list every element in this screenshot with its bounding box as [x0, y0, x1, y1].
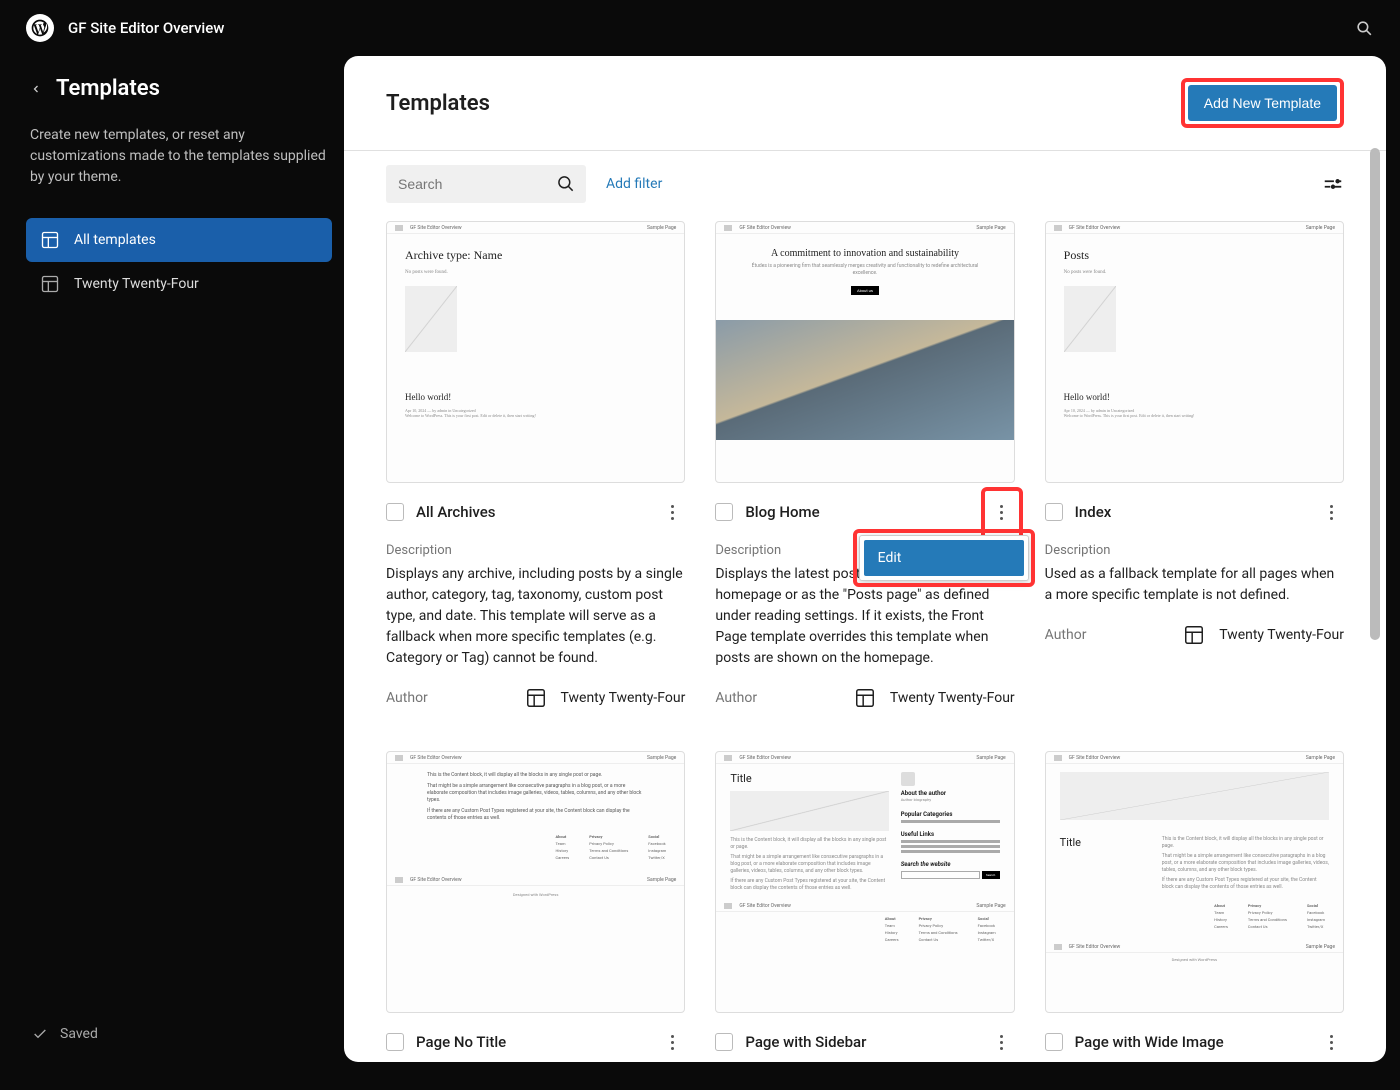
- command-palette-icon[interactable]: [1355, 19, 1374, 38]
- site-title: GF Site Editor Overview: [68, 19, 1355, 37]
- sidebar-title: Templates: [56, 76, 160, 101]
- select-checkbox[interactable]: [715, 503, 733, 521]
- layout-icon: [525, 687, 547, 709]
- back-chevron-icon[interactable]: [30, 83, 42, 95]
- template-thumbnail[interactable]: GF Site Editor OverviewSample PageTitleT…: [715, 751, 1014, 1013]
- annotation-highlight: Add New Template: [1181, 78, 1344, 128]
- select-checkbox[interactable]: [715, 1033, 733, 1051]
- sidebar-item-theme[interactable]: Twenty Twenty-Four: [26, 262, 332, 306]
- template-name: Page No Title: [416, 1033, 647, 1051]
- main-panel: Templates Add New Template Add filter: [344, 56, 1386, 1062]
- template-thumbnail[interactable]: GF Site Editor OverviewSample PageArchiv…: [386, 221, 685, 483]
- layout-icon: [1183, 624, 1205, 646]
- select-checkbox[interactable]: [386, 503, 404, 521]
- scrollbar-thumb[interactable]: [1370, 148, 1380, 640]
- select-checkbox[interactable]: [1045, 1033, 1063, 1051]
- template-thumbnail[interactable]: GF Site Editor OverviewSample PageA comm…: [715, 221, 1014, 483]
- template-thumbnail[interactable]: GF Site Editor OverviewSample PageThis i…: [386, 751, 685, 1013]
- check-icon: [32, 1026, 48, 1042]
- page-title: Templates: [386, 91, 490, 116]
- sidebar-item-label: Twenty Twenty-Four: [74, 276, 199, 292]
- sidebar: Templates Create new templates, or reset…: [14, 56, 344, 1062]
- template-author: Twenty Twenty-Four: [890, 690, 1015, 706]
- author-label: Author: [386, 690, 511, 706]
- search-input-wrapper: [386, 165, 586, 203]
- layout-icon: [854, 687, 876, 709]
- top-bar: GF Site Editor Overview: [14, 0, 1386, 56]
- layout-icon: [40, 230, 60, 250]
- template-author: Twenty Twenty-Four: [1219, 627, 1344, 643]
- more-actions-button[interactable]: [659, 1029, 685, 1055]
- template-card: GF Site Editor OverviewSample PagePostsN…: [1045, 221, 1344, 709]
- template-card: GF Site Editor OverviewSample PageThis i…: [386, 751, 685, 1062]
- search-icon: [556, 174, 576, 194]
- description-label: Description: [1045, 543, 1344, 558]
- template-name: Index: [1075, 503, 1306, 521]
- description-label: Description: [386, 543, 685, 558]
- sidebar-footer-status: Saved: [26, 1006, 332, 1062]
- template-thumbnail[interactable]: GF Site Editor OverviewSample PagePostsN…: [1045, 221, 1344, 483]
- more-actions-button[interactable]: [989, 499, 1015, 525]
- more-actions-button[interactable]: [1318, 499, 1344, 525]
- select-checkbox[interactable]: [386, 1033, 404, 1051]
- wordpress-logo-icon[interactable]: [26, 14, 54, 42]
- template-card: GF Site Editor OverviewSample PageArchiv…: [386, 221, 685, 709]
- actions-popover: Edit: [859, 535, 1029, 581]
- template-description: Used as a fallback template for all page…: [1045, 564, 1344, 606]
- author-label: Author: [715, 690, 840, 706]
- template-author: Twenty Twenty-Four: [561, 690, 686, 706]
- layout-icon: [40, 274, 60, 294]
- add-new-template-button[interactable]: Add New Template: [1188, 85, 1337, 121]
- template-card: GF Site Editor OverviewSample PageA comm…: [715, 221, 1014, 709]
- edit-action[interactable]: Edit: [864, 540, 1024, 576]
- more-actions-button[interactable]: [659, 499, 685, 525]
- template-name: All Archives: [416, 503, 647, 521]
- template-thumbnail[interactable]: GF Site Editor OverviewSample PageTitleT…: [1045, 751, 1344, 1013]
- sidebar-item-label: All templates: [74, 232, 156, 248]
- template-name: Page with Wide Image: [1075, 1033, 1306, 1051]
- more-actions-button[interactable]: [989, 1029, 1015, 1055]
- template-name: Blog Home: [745, 503, 976, 521]
- sidebar-item-all-templates[interactable]: All templates: [26, 218, 332, 262]
- template-card: GF Site Editor OverviewSample PageTitleT…: [715, 751, 1014, 1062]
- saved-label: Saved: [60, 1026, 98, 1042]
- sidebar-description: Create new templates, or reset any custo…: [26, 125, 332, 188]
- add-filter-link[interactable]: Add filter: [606, 176, 662, 192]
- author-label: Author: [1045, 627, 1170, 643]
- template-description: Displays any archive, including posts by…: [386, 564, 685, 669]
- scrollbar[interactable]: [1370, 148, 1380, 1042]
- more-actions-button[interactable]: [1318, 1029, 1344, 1055]
- template-name: Page with Sidebar: [745, 1033, 976, 1051]
- view-options-icon[interactable]: [1322, 173, 1344, 195]
- select-checkbox[interactable]: [1045, 503, 1063, 521]
- template-card: GF Site Editor OverviewSample PageTitleT…: [1045, 751, 1344, 1062]
